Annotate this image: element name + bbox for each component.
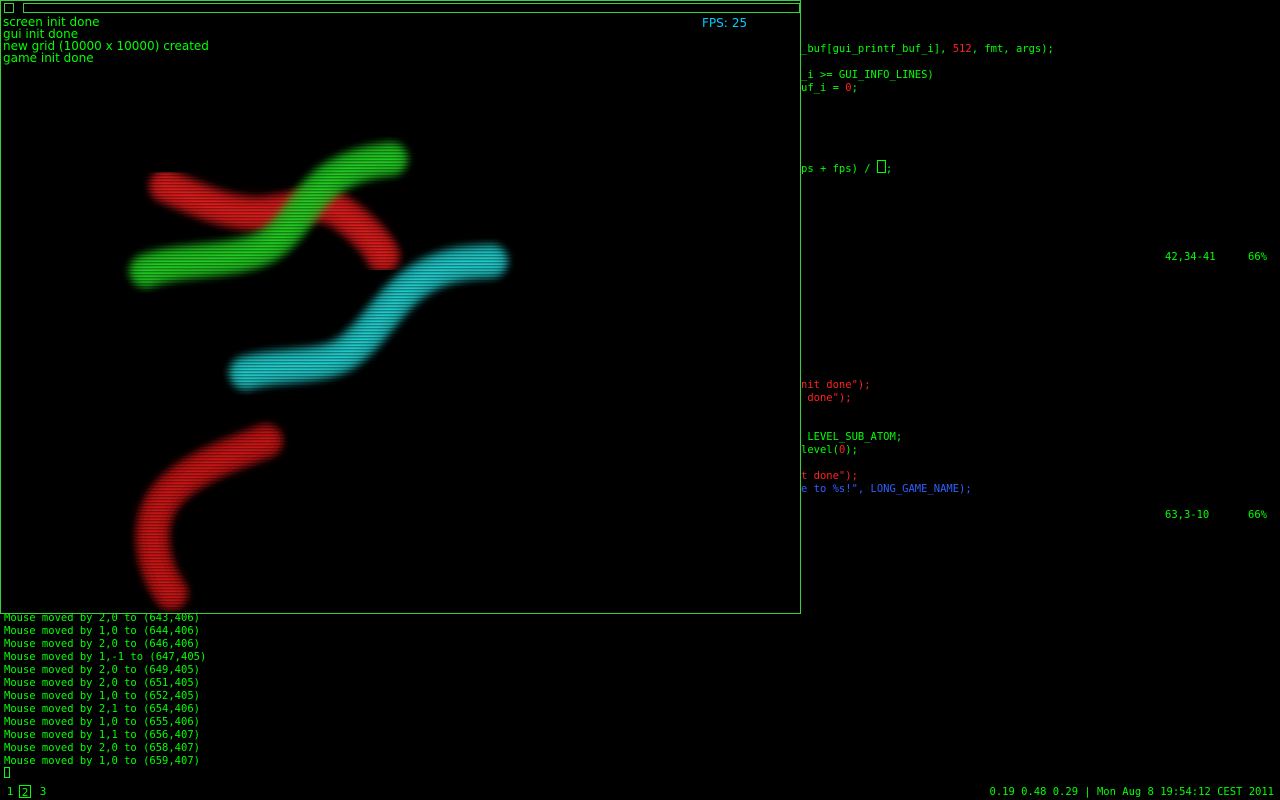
editor-status-percent: 66% — [1248, 509, 1267, 521]
scanline-overlay — [1, 1, 800, 613]
terminal-line: Mouse moved by 2,1 to (654,406) — [4, 703, 200, 715]
terminal-line: Mouse moved by 2,0 to (646,406) — [4, 638, 200, 650]
workspace-3[interactable]: 3 — [37, 785, 49, 798]
code-token: , fmt, args); — [971, 43, 1054, 55]
system-status: 0.19 0.48 0.29 | Mon Aug 8 19:54:12 CEST… — [989, 786, 1274, 798]
window-menu-button[interactable] — [4, 3, 14, 13]
code-token: ); — [845, 444, 858, 456]
editor-line: ps + fps) / ; — [801, 160, 892, 176]
code-token: t done"); — [801, 470, 858, 482]
code-token: uf_i = — [801, 82, 846, 94]
window-title-bar[interactable] — [1, 1, 802, 17]
terminal-line: Mouse moved by 1,0 to (655,406) — [4, 716, 200, 728]
status-bar: 123 0.19 0.48 0.29 | Mon Aug 8 19:54:12 … — [0, 784, 1280, 800]
terminal-line: Mouse moved by 1,-1 to (647,405) — [4, 651, 207, 663]
code-token: LEVEL_SUB_ATOM; — [801, 431, 903, 443]
code-token: ; — [851, 82, 858, 94]
workspace-2[interactable]: 2 — [19, 785, 31, 799]
editor-line: t done"); — [801, 470, 858, 483]
code-token: _i >= GUI_INFO_LINES) — [801, 69, 934, 81]
game-window[interactable]: screen init done gui init done new grid (1… — [0, 0, 801, 614]
fps-counter: FPS: 25 — [702, 16, 747, 30]
log-line: game init done — [3, 51, 94, 65]
editor-line: uf_i = 0; — [801, 82, 858, 95]
code-token: e to %s!", LONG_GAME_NAME); — [801, 483, 972, 495]
workspace-1[interactable]: 1 — [4, 785, 16, 798]
terminal-line: Mouse moved by 2,0 to (651,405) — [4, 677, 200, 689]
terminal-cursor — [4, 767, 10, 778]
fps-label: FPS: — [702, 16, 728, 30]
editor-status-position: 63,3-10 — [1165, 509, 1210, 521]
terminal-line: Mouse moved by 1,0 to (644,406) — [4, 625, 200, 637]
editor-line: LEVEL_SUB_ATOM; — [801, 431, 902, 444]
editor-status-percent: 66% — [1248, 251, 1267, 263]
terminal-line: Mouse moved by 1,0 to (652,405) — [4, 690, 200, 702]
code-token: level( — [801, 444, 839, 456]
editor-line: level(0); — [801, 444, 858, 457]
game-log: screen init done gui init done new grid (1… — [3, 16, 209, 64]
editor-line: done"); — [801, 392, 852, 405]
game-canvas[interactable] — [1, 1, 800, 613]
terminal-line: Mouse moved by 1,0 to (659,407) — [4, 755, 200, 767]
window-title-strip[interactable] — [23, 3, 800, 13]
editor-line: nit done"); — [801, 379, 871, 392]
terminal-output: Mouse moved by 2,0 to (643,406) Mouse mov… — [4, 612, 206, 768]
editor-line: e to %s!", LONG_GAME_NAME); — [801, 483, 972, 496]
code-token: done"); — [801, 392, 852, 404]
code-token: ps + fps) / — [801, 163, 877, 175]
code-token: nit done"); — [801, 379, 871, 391]
editor-line: _buf[gui_printf_buf_i], 512, fmt, args); — [801, 43, 1054, 56]
editor-line: _i >= GUI_INFO_LINES) — [801, 69, 934, 82]
code-token: 512 — [952, 43, 972, 55]
editor-status-position: 42,34-41 — [1165, 251, 1216, 263]
code-token: _buf[gui_printf_buf_i], — [801, 43, 953, 55]
terminal-line: Mouse moved by 1,1 to (656,407) — [4, 729, 200, 741]
fps-value: 25 — [731, 16, 748, 30]
terminal-line: Mouse moved by 2,0 to (649,405) — [4, 664, 200, 676]
terminal-line: Mouse moved by 2,0 to (658,407) — [4, 742, 200, 754]
editor-cursor — [876, 160, 886, 173]
